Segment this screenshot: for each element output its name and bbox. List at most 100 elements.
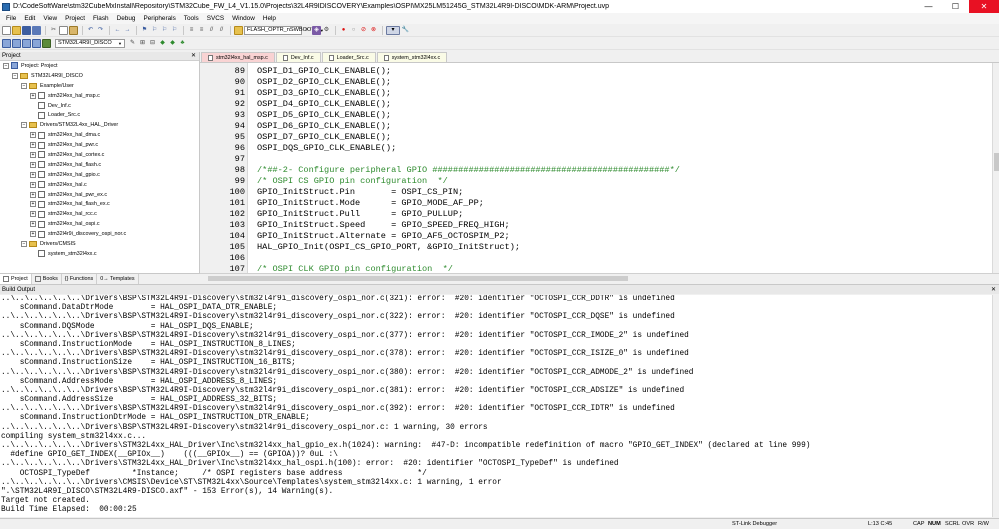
- editor-tab-system[interactable]: system_stm32l4xx.c: [376, 52, 448, 62]
- incremental-find-icon[interactable]: ◈: [312, 26, 321, 35]
- manage-components-icon[interactable]: ⊟: [148, 39, 157, 48]
- tree-item[interactable]: + stm32l4xx_hal_ospi.c: [0, 219, 199, 229]
- expand-icon[interactable]: +: [30, 191, 36, 198]
- tree-item[interactable]: + stm32l4xx_hal_pwr.c: [0, 140, 199, 150]
- tree-item[interactable]: + stm32l4xx_hal_flash_ex.c: [0, 199, 199, 209]
- tree-item[interactable]: Dev_Inf.c: [0, 101, 199, 111]
- file-extensions-icon[interactable]: ⊞: [138, 39, 147, 48]
- undo-icon[interactable]: ↶: [86, 26, 95, 35]
- tree-item[interactable]: + stm32l4xx_hal_cortex.c: [0, 150, 199, 160]
- save-all-icon[interactable]: [32, 26, 41, 35]
- editor-vertical-scrollbar[interactable]: [992, 63, 999, 273]
- cut-icon[interactable]: ✂: [49, 26, 58, 35]
- menu-peripherals[interactable]: Peripherals: [139, 15, 179, 22]
- tree-item[interactable]: Loader_Src.c: [0, 110, 199, 120]
- menu-project[interactable]: Project: [61, 15, 89, 22]
- tree-item[interactable]: + stm32l4xx_hal_rcc.c: [0, 209, 199, 219]
- editor-tab-dev-inf[interactable]: Dev_Inf.c: [275, 52, 321, 62]
- download-icon[interactable]: [42, 39, 51, 48]
- expand-icon[interactable]: +: [30, 132, 36, 139]
- tree-item[interactable]: + stm32l4xx_hal_msp.c: [0, 91, 199, 101]
- menu-view[interactable]: View: [39, 15, 61, 22]
- expand-icon[interactable]: +: [30, 151, 36, 158]
- menu-window[interactable]: Window: [228, 15, 259, 22]
- menu-file[interactable]: File: [2, 15, 20, 22]
- tab-templates[interactable]: 0→ Templates: [97, 274, 139, 284]
- code-editor[interactable]: 89 OSPI_D1_GPIO_CLK_ENABLE(); 90 OSPI_D2_GP…: [200, 63, 992, 273]
- debug-session-icon[interactable]: ⚙: [322, 26, 331, 35]
- prev-bookmark-icon[interactable]: ⚐: [150, 26, 159, 35]
- nav-forward-icon[interactable]: →: [123, 26, 132, 35]
- run-time-environment-icon[interactable]: ♣: [178, 39, 187, 48]
- expand-icon[interactable]: +: [30, 171, 36, 178]
- nav-back-icon[interactable]: ←: [113, 26, 122, 35]
- tree-item[interactable]: system_stm32l4xx.c: [0, 249, 199, 259]
- translate-icon[interactable]: [2, 39, 11, 48]
- minimize-button[interactable]: —: [915, 0, 942, 13]
- tree-item[interactable]: − Drivers/STM32L4xx_HAL_Driver: [0, 120, 199, 130]
- tree-item[interactable]: + stm32l4xx_hal_dma.c: [0, 130, 199, 140]
- next-bookmark-icon[interactable]: ⚐: [160, 26, 169, 35]
- pack-installer-icon[interactable]: ◆: [168, 39, 177, 48]
- clear-bookmarks-icon[interactable]: ⚐: [170, 26, 179, 35]
- build-output-text[interactable]: ..\..\..\..\..\..\Drivers\BSP\STM32L4R9I…: [0, 295, 992, 517]
- target-options-icon[interactable]: ✎: [128, 39, 137, 48]
- target-combo[interactable]: STM32L4R9I_DISCO ▼: [55, 39, 125, 48]
- build-output-scrollbar[interactable]: [992, 295, 999, 517]
- tab-books[interactable]: Books: [32, 274, 62, 284]
- indent-icon[interactable]: ≡: [187, 26, 196, 35]
- copy-icon[interactable]: [59, 26, 68, 35]
- tree-item[interactable]: − STM32L4R9I_DISCO: [0, 71, 199, 81]
- comment-icon[interactable]: //: [207, 26, 216, 35]
- tree-item[interactable]: + stm32l4xx_hal_pwr_ex.c: [0, 190, 199, 200]
- find-icon[interactable]: ⌕: [302, 26, 311, 35]
- editor-horizontal-scrollbar[interactable]: [200, 273, 999, 283]
- rebuild-icon[interactable]: [22, 39, 31, 48]
- bookmark-icon[interactable]: ⚑: [140, 26, 149, 35]
- tree-item[interactable]: − Project: Project: [0, 61, 199, 71]
- collapse-icon[interactable]: −: [21, 122, 27, 129]
- find-in-files-icon[interactable]: [234, 26, 243, 35]
- expand-icon[interactable]: +: [30, 142, 36, 149]
- collapse-icon[interactable]: −: [21, 240, 27, 247]
- expand-icon[interactable]: +: [30, 211, 36, 218]
- expand-icon[interactable]: +: [30, 201, 36, 208]
- close-button[interactable]: ✕: [969, 0, 999, 13]
- maximize-button[interactable]: ☐: [942, 0, 969, 13]
- expand-icon[interactable]: +: [30, 92, 36, 99]
- collapse-icon[interactable]: −: [3, 62, 9, 69]
- menu-edit[interactable]: Edit: [20, 15, 39, 22]
- configure-icon[interactable]: 🔧: [401, 26, 410, 35]
- tree-item[interactable]: + stm32l4r9i_discovery_ospi_nor.c: [0, 229, 199, 239]
- editor-tab-loader-src[interactable]: Loader_Src.c: [321, 52, 376, 62]
- open-folder-icon[interactable]: [12, 26, 21, 35]
- expand-icon[interactable]: +: [30, 181, 36, 188]
- find-combo[interactable]: FLASH_OPTR_nSWBOOT0 ▼: [244, 26, 324, 35]
- collapse-icon[interactable]: −: [12, 72, 18, 79]
- close-icon[interactable]: ✕: [991, 285, 996, 295]
- menu-help[interactable]: Help: [259, 15, 280, 22]
- tree-item[interactable]: + stm32l4xx_hal.c: [0, 180, 199, 190]
- tab-project[interactable]: Project: [0, 274, 32, 284]
- kill-breakpoints-icon[interactable]: ⊘: [359, 26, 368, 35]
- breakpoint-icon[interactable]: ●: [339, 26, 348, 35]
- tree-item[interactable]: − Example/User: [0, 81, 199, 91]
- build-icon[interactable]: [12, 39, 21, 48]
- expand-icon[interactable]: +: [30, 221, 36, 228]
- scrollbar-thumb[interactable]: [208, 276, 628, 281]
- uncomment-icon[interactable]: //: [217, 26, 226, 35]
- menu-debug[interactable]: Debug: [113, 15, 140, 22]
- menu-flash[interactable]: Flash: [89, 15, 113, 22]
- expand-icon[interactable]: +: [30, 231, 36, 238]
- tree-item[interactable]: + stm32l4xx_hal_flash.c: [0, 160, 199, 170]
- menu-tools[interactable]: Tools: [180, 15, 203, 22]
- save-icon[interactable]: [22, 26, 31, 35]
- unindent-icon[interactable]: ≡: [197, 26, 206, 35]
- tree-item[interactable]: − Drivers/CMSIS: [0, 239, 199, 249]
- collapse-icon[interactable]: −: [21, 82, 27, 89]
- new-file-icon[interactable]: [2, 26, 11, 35]
- redo-icon[interactable]: ↷: [96, 26, 105, 35]
- paste-icon[interactable]: [69, 26, 78, 35]
- menu-svcs[interactable]: SVCS: [203, 15, 228, 22]
- expand-icon[interactable]: +: [30, 161, 36, 168]
